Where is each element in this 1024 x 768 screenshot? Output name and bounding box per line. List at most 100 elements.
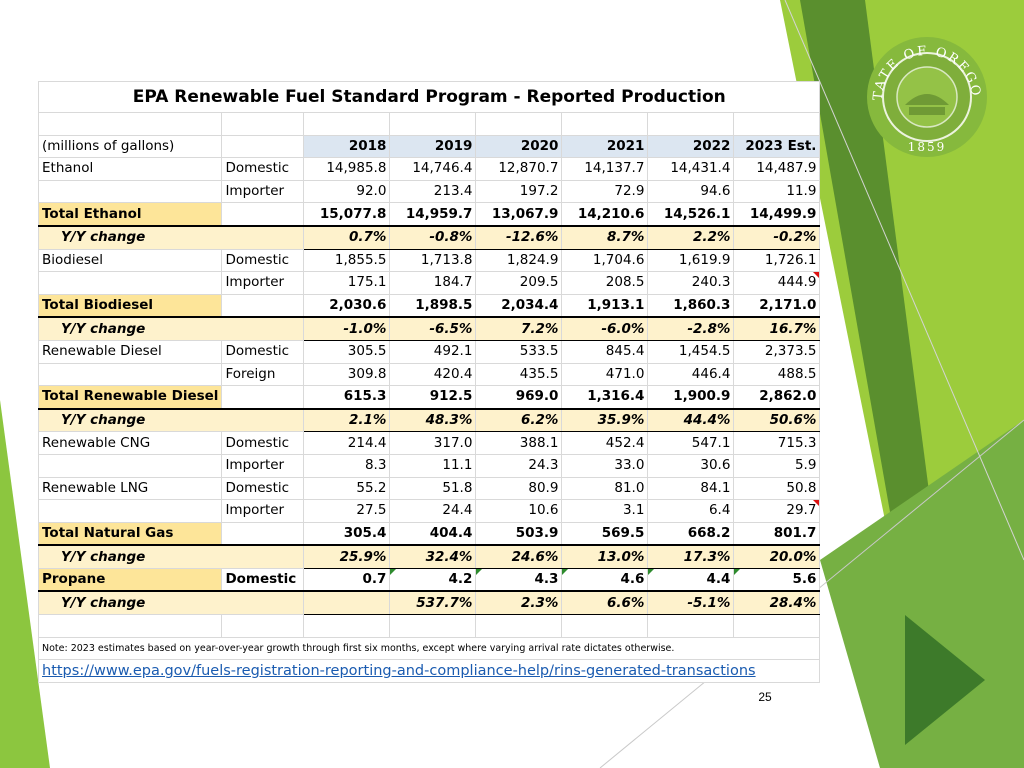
yoy-cell: 17.3% — [647, 544, 735, 569]
source-label: Importer — [221, 453, 305, 478]
value-cell: 1,726.1 — [733, 248, 821, 273]
value-cell: 388.1 — [475, 431, 563, 455]
total-row: Total Ethanol 15,077.8 14,959.7 13,067.9 14,… — [37, 202, 821, 227]
value-cell: 912.5 — [389, 385, 477, 410]
value-cell: 92.0 — [303, 179, 391, 204]
value-cell: 404.4 — [389, 521, 477, 547]
yoy-cell: 32.4% — [389, 544, 477, 569]
value-cell: 29.7 — [733, 499, 821, 523]
value-cell: 488.5 — [733, 362, 821, 387]
empty-cell — [561, 614, 649, 638]
value-cell: 668.2 — [647, 521, 735, 547]
value-cell: 94.6 — [647, 179, 735, 204]
source-label: Domestic — [221, 157, 305, 181]
value-cell: 14,985.8 — [303, 157, 391, 181]
value-cell: 14,959.7 — [389, 202, 477, 227]
data-row: Foreign 309.8 420.4 435.5 471.0 446.4 488.5 — [37, 362, 821, 387]
value-cell: 213.4 — [389, 179, 477, 204]
yoy-row: Y/Y change 25.9% 32.4% 24.6% 13.0% 17.3% 20.0% — [37, 544, 821, 569]
value-cell: 208.5 — [561, 271, 649, 295]
value-cell: 6.4 — [647, 499, 735, 523]
value-cell: 30.6 — [647, 453, 735, 478]
units-label: (millions of gallons) — [37, 134, 223, 159]
header-row: (millions of gallons) 2018 2019 2020 2021 202… — [37, 134, 821, 159]
empty-cell — [389, 112, 477, 136]
value-cell: 969.0 — [475, 385, 563, 410]
value-cell: 14,746.4 — [389, 157, 477, 181]
yoy-label: Y/Y change — [37, 408, 305, 433]
yoy-cell: -0.8% — [389, 225, 477, 250]
data-row: Importer 92.0 213.4 197.2 72.9 94.6 11.9 — [37, 179, 821, 204]
yoy-cell: 20.0% — [733, 544, 821, 569]
value-cell: 11.1 — [389, 453, 477, 478]
source-label: Importer — [221, 271, 305, 295]
yoy-label: Y/Y change — [37, 590, 305, 616]
value-cell: 317.0 — [389, 431, 477, 455]
empty-cell — [475, 614, 563, 638]
source-label — [221, 293, 305, 319]
yoy-cell: 2.3% — [475, 590, 563, 616]
value-cell: 175.1 — [303, 271, 391, 295]
source-link[interactable]: https://www.epa.gov/fuels-registration-r… — [37, 659, 821, 683]
empty-cell — [647, 614, 735, 638]
value-cell: 84.1 — [647, 476, 735, 501]
empty-cell — [221, 112, 305, 136]
yoy-cell: 44.4% — [647, 408, 735, 433]
value-cell: 2,034.4 — [475, 293, 563, 319]
total-label: Total Ethanol — [37, 202, 223, 227]
value-cell: 2,862.0 — [733, 385, 821, 410]
value-cell: 452.4 — [561, 431, 649, 455]
total-label: Total Natural Gas — [37, 521, 223, 547]
value-cell: 547.1 — [647, 431, 735, 455]
value-cell: 446.4 — [647, 362, 735, 387]
source-label: Importer — [221, 499, 305, 523]
yoy-label: Y/Y change — [37, 225, 305, 250]
footnote: Note: 2023 estimates based on year-over-… — [37, 636, 821, 661]
empty-cell — [647, 112, 735, 136]
yoy-cell: 24.6% — [475, 544, 563, 569]
source-label: Foreign — [221, 362, 305, 387]
value-cell: 11.9 — [733, 179, 821, 204]
yoy-cell: -5.1% — [647, 590, 735, 616]
value-cell: 2,373.5 — [733, 339, 821, 364]
fuel-label: Ethanol — [37, 157, 223, 181]
value-cell: 81.0 — [561, 476, 649, 501]
fuel-label: Biodiesel — [37, 248, 223, 273]
total-label: Total Renewable Diesel — [37, 385, 223, 410]
value-cell: 1,900.9 — [647, 385, 735, 410]
yoy-cell: 0.7% — [303, 225, 391, 250]
value-cell: 435.5 — [475, 362, 563, 387]
value-cell: 14,487.9 — [733, 157, 821, 181]
blank-row — [37, 614, 821, 638]
value-cell: 55.2 — [303, 476, 391, 501]
yoy-cell: -12.6% — [475, 225, 563, 250]
value-cell: 5.9 — [733, 453, 821, 478]
fuel-label: Renewable CNG — [37, 431, 223, 455]
value-cell: 420.4 — [389, 362, 477, 387]
value-cell: 1,713.8 — [389, 248, 477, 273]
yoy-cell: 7.2% — [475, 316, 563, 341]
value-cell: 4.3 — [475, 567, 563, 593]
empty-cell — [221, 134, 305, 159]
value-cell: 715.3 — [733, 431, 821, 455]
link-row: https://www.epa.gov/fuels-registration-r… — [37, 659, 821, 683]
yoy-cell: 8.7% — [561, 225, 649, 250]
value-cell: 15,077.8 — [303, 202, 391, 227]
yoy-cell: -6.5% — [389, 316, 477, 341]
oregon-state-seal: STATE OF OREGON 1859 — [850, 24, 997, 165]
value-cell: 1,824.9 — [475, 248, 563, 273]
empty-cell — [221, 614, 305, 638]
value-cell: 1,913.1 — [561, 293, 649, 319]
empty-cell — [733, 614, 821, 638]
empty-cell — [303, 112, 391, 136]
empty-cell — [37, 112, 223, 136]
yoy-row: Y/Y change 2.1% 48.3% 6.2% 35.9% 44.4% 50.6% — [37, 408, 821, 433]
yoy-cell: 2.2% — [647, 225, 735, 250]
yoy-cell: 16.7% — [733, 316, 821, 341]
value-cell: 1,860.3 — [647, 293, 735, 319]
value-cell: 1,619.9 — [647, 248, 735, 273]
value-cell: 2,171.0 — [733, 293, 821, 319]
value-cell: 10.6 — [475, 499, 563, 523]
value-cell: 309.8 — [303, 362, 391, 387]
yoy-cell: 28.4% — [733, 590, 821, 616]
